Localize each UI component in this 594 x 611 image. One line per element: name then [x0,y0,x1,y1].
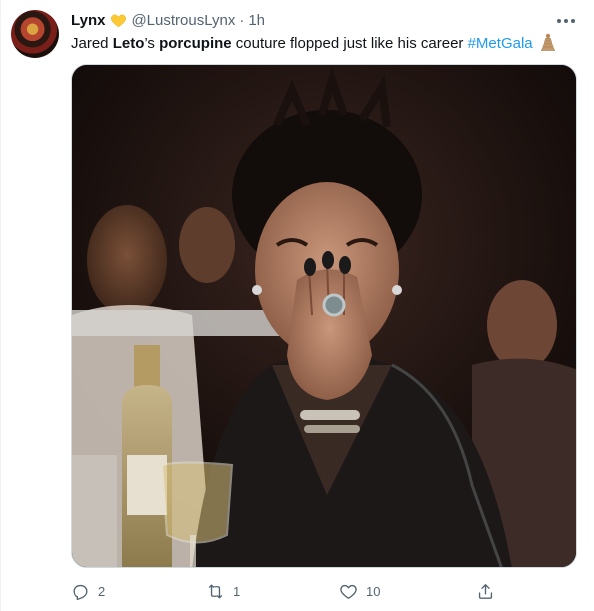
tweet-timestamp[interactable]: 1h [248,12,265,29]
separator-dot: · [239,11,245,29]
reply-count: 2 [98,583,106,599]
reply-icon [73,584,88,600]
tweet-text-bold: Leto [112,35,145,52]
tweet-card[interactable]: Lynx @LustrousLynx · 1h Jared Leto’s por… [0,0,594,611]
retweet-button[interactable]: 1 [206,576,240,606]
tweet-text-segment: couture flopped just like his career [231,35,468,52]
author-avatar[interactable] [11,10,59,58]
tweet-text-segment: ’s [144,35,160,52]
like-count: 10 [366,583,381,599]
share-button[interactable] [476,576,495,606]
tweet-text-bold: porcupine [159,35,232,52]
hashtag-link[interactable]: #MetGala [468,35,533,52]
met-gala-emoji-icon [540,33,555,51]
share-icon [478,583,493,599]
tweet-text: Jared Leto’s porcupine couture flopped j… [71,33,556,54]
more-options-icon[interactable] [554,9,578,33]
reply-button[interactable]: 2 [71,576,105,606]
heart-icon [340,584,357,599]
tweet-media-photo[interactable] [71,64,577,568]
author-handle[interactable]: @LustrousLynx [131,12,235,29]
tweet-text-segment: Jared [71,35,113,52]
like-button[interactable]: 10 [339,576,380,606]
photo-woman-laughing-covering-mouth [72,65,576,567]
retweet-icon [208,583,223,599]
author-name[interactable]: Lynx [71,12,105,29]
tweet-actions-bar: 2 1 10 [71,576,531,606]
retweet-count: 1 [233,583,241,599]
yellow-heart-icon [111,14,127,27]
tweet-header: Lynx @LustrousLynx · 1h [71,10,265,30]
